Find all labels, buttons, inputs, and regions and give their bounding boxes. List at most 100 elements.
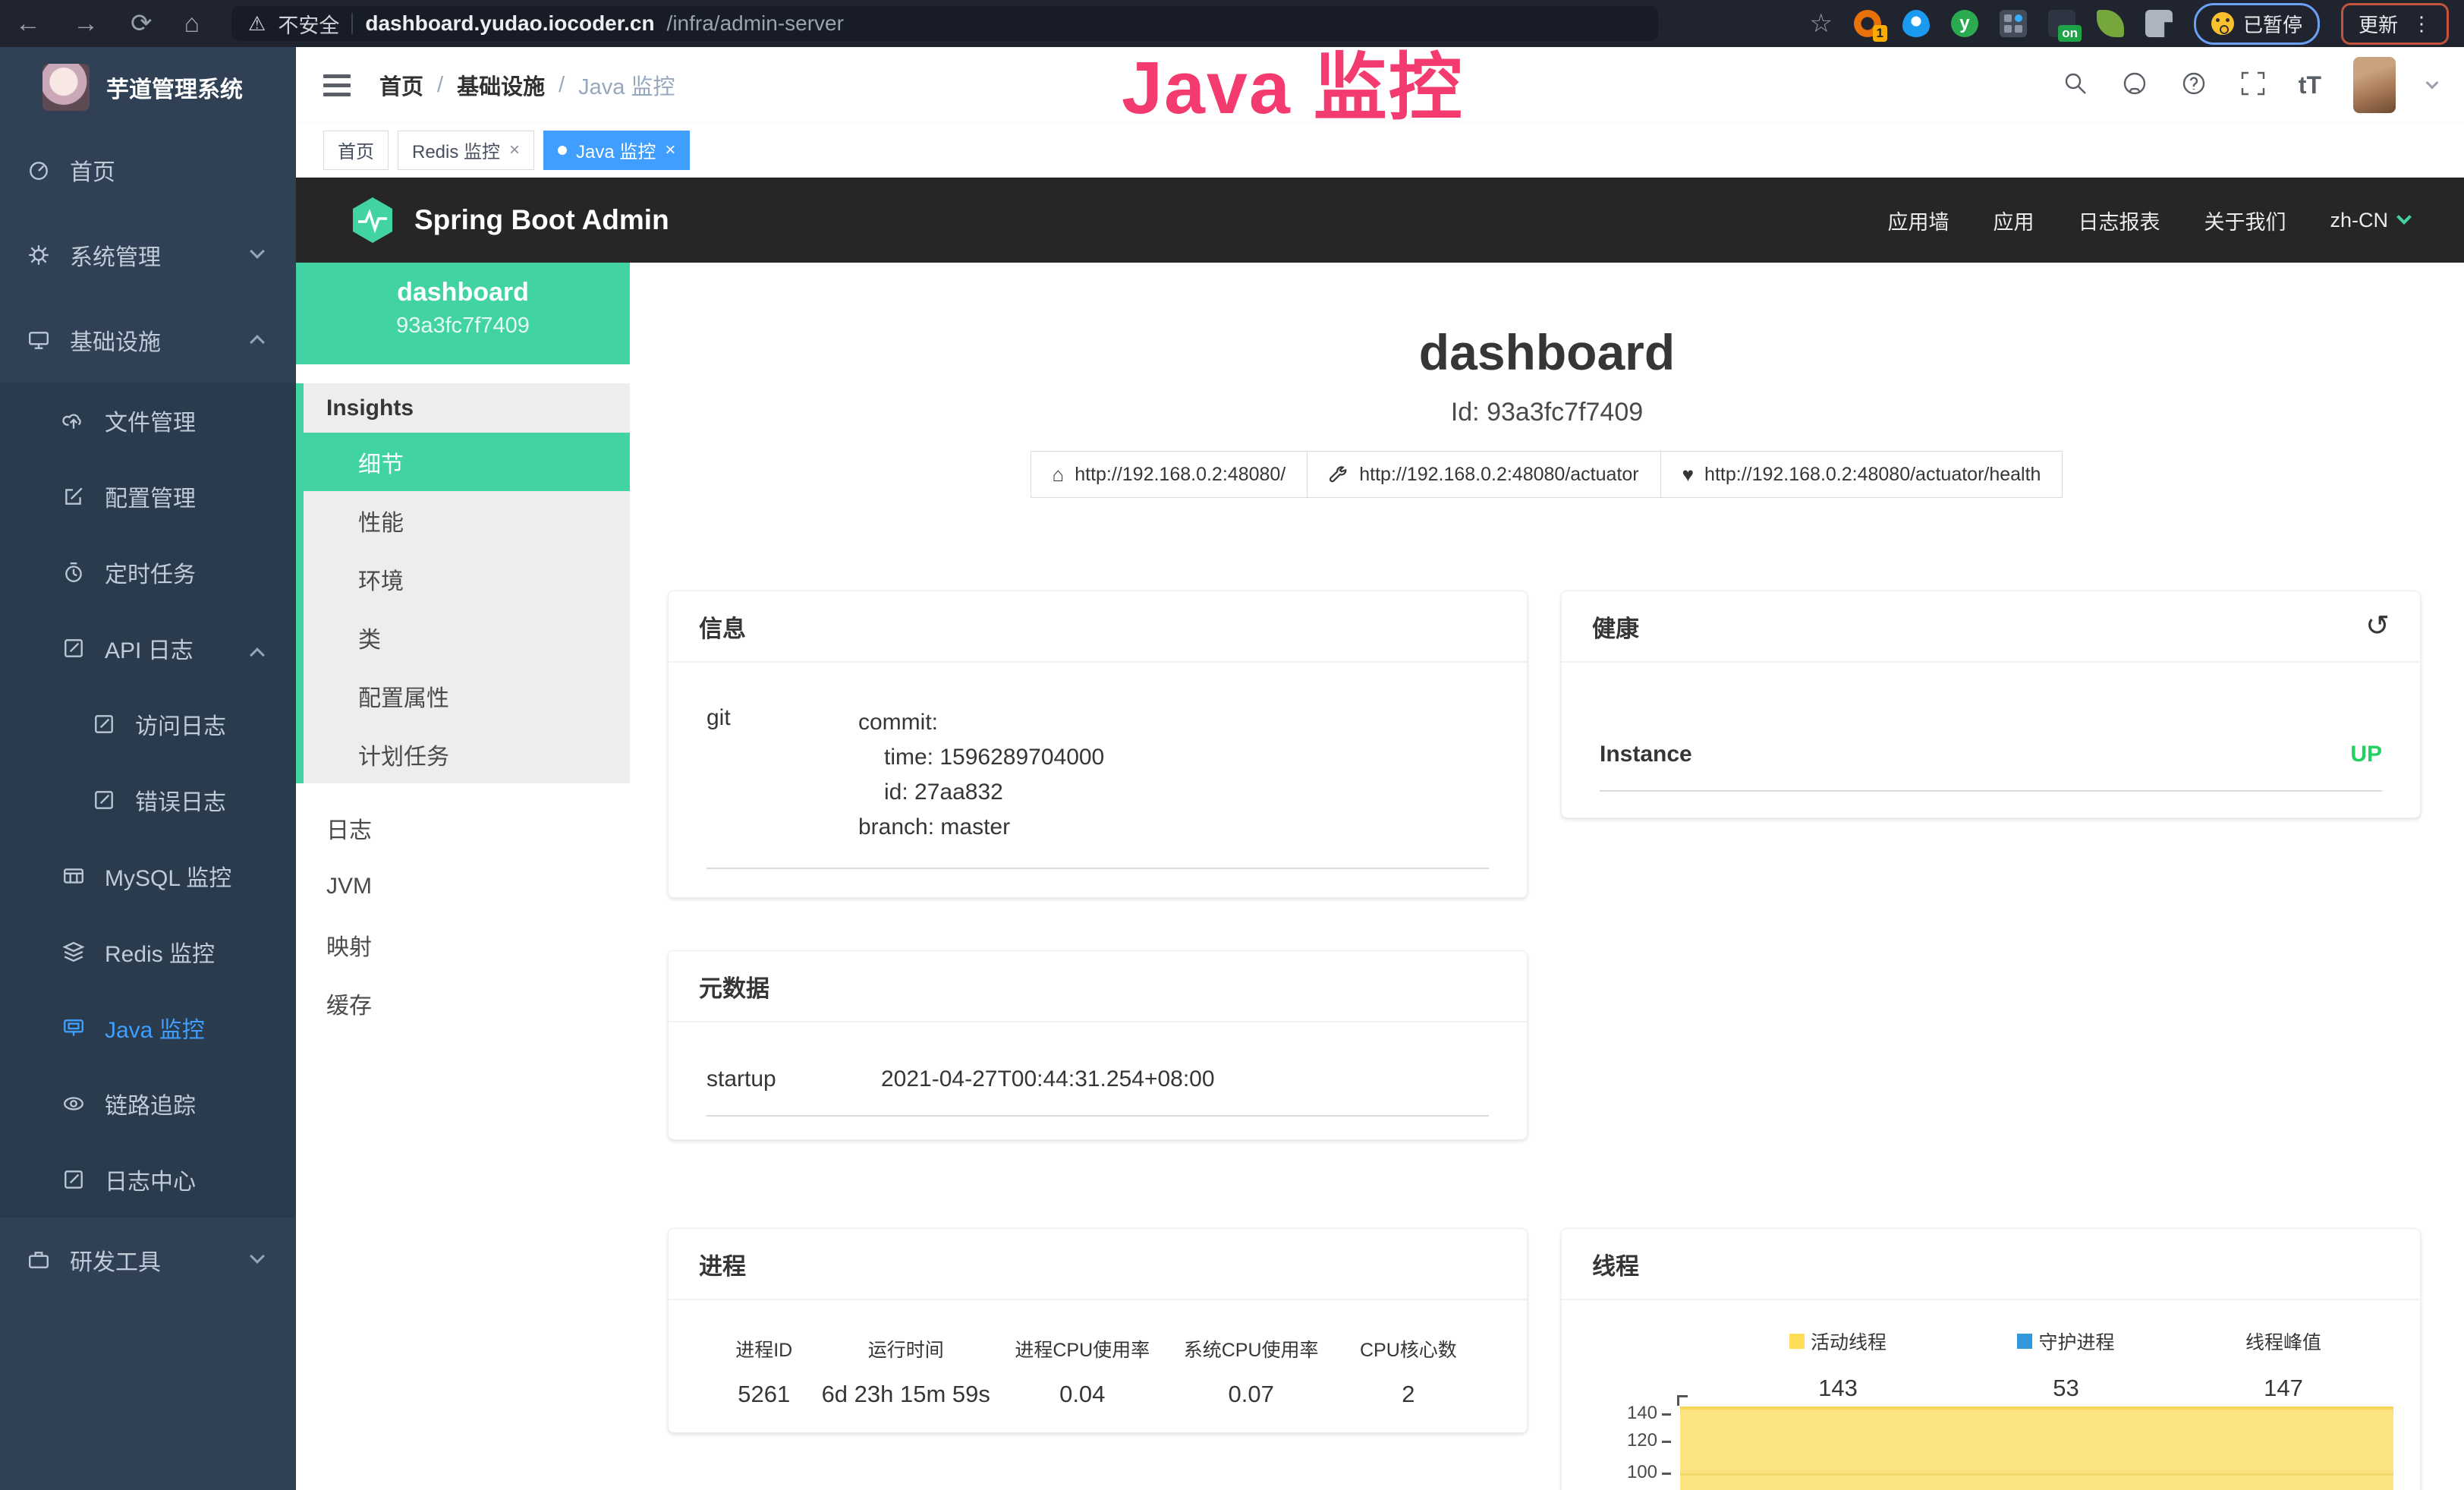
user-caret-icon[interactable] [2426, 77, 2439, 90]
endpoint-url: http://192.168.0.2:48080/ [1075, 464, 1285, 486]
home-icon[interactable]: ⌂ [184, 11, 200, 36]
extension-leaf-icon[interactable] [2097, 10, 2124, 37]
tab-close-icon[interactable]: × [509, 140, 520, 161]
process-col-value: 6d 23h 15m 59s [813, 1381, 998, 1408]
endpoint-health-url[interactable]: ♥ http://192.168.0.2:48080/actuator/heal… [1660, 451, 2063, 498]
sidebar-item-label: 研发工具 [70, 1243, 161, 1277]
threads-card: 线程 活动线程 143 守护进程 53 线程峰值 147 140 120 100 [1561, 1228, 2421, 1490]
tab-java-monitor[interactable]: Java 监控 × [543, 131, 690, 170]
endpoint-actuator-url[interactable]: http://192.168.0.2:48080/actuator [1307, 451, 1660, 498]
heart-icon: ♥ [1682, 463, 1694, 487]
language-label: zh-CN [2330, 209, 2388, 232]
endpoint-links: ⌂ http://192.168.0.2:48080/ http://192.1… [630, 451, 2464, 498]
extension-grid-icon[interactable] [2000, 10, 2027, 37]
breadcrumb-infrastructure[interactable]: 基础设施 [457, 69, 545, 101]
sidebar-item-error-logs[interactable]: 错误日志 [0, 762, 296, 838]
sidebar-item-log-center[interactable]: 日志中心 [0, 1142, 296, 1218]
sidebar-item-home[interactable]: 首页 [0, 128, 296, 213]
sidebar-item-label: 日志中心 [105, 1163, 196, 1196]
insights-item-details[interactable]: 细节 [296, 433, 630, 491]
view-jvm[interactable]: JVM [296, 857, 630, 915]
sidebar-item-tracing[interactable]: 链路追踪 [0, 1066, 296, 1142]
database-table-icon [62, 865, 85, 887]
extension-icon-on[interactable]: on [2048, 10, 2075, 37]
language-selector[interactable]: zh-CN [2330, 209, 2409, 232]
sidebar-item-config-management[interactable]: 配置管理 [0, 458, 296, 534]
github-icon[interactable] [2121, 70, 2148, 101]
extensions-puzzle-icon[interactable] [2145, 10, 2173, 37]
sba-brand-title[interactable]: Spring Boot Admin [414, 204, 669, 236]
help-icon[interactable] [2180, 70, 2208, 101]
reload-icon[interactable]: ⟳ [131, 11, 153, 36]
health-instance-row[interactable]: Instance UP [1562, 663, 2420, 767]
history-icon[interactable]: ↺ [2365, 612, 2390, 641]
view-mappings[interactable]: 映射 [296, 915, 630, 974]
insights-section: Insights 细节 性能 环境 类 配置属性 计划任务 [296, 383, 630, 783]
extension-pin-icon[interactable] [1902, 10, 1930, 37]
metadata-card-title: 元数据 [699, 969, 769, 1003]
threads-card-title: 线程 [1592, 1247, 1639, 1281]
update-button[interactable]: 更新 ⋮ [2341, 3, 2449, 45]
sidebar-item-dev-tools[interactable]: 研发工具 [0, 1218, 296, 1303]
breadcrumb-separator: / [437, 73, 443, 98]
sidebar-item-label: 系统管理 [70, 238, 161, 272]
extension-icon-y[interactable]: y [1951, 10, 1978, 37]
sidebar-item-access-logs[interactable]: 访问日志 [0, 686, 296, 762]
back-icon[interactable]: ← [15, 11, 41, 36]
sidebar-item-mysql-monitor[interactable]: MySQL 监控 [0, 838, 296, 914]
sba-nav-applications[interactable]: 应用 [1993, 206, 2034, 235]
user-avatar[interactable] [2353, 57, 2396, 113]
tab-close-icon[interactable]: × [665, 140, 675, 161]
sidebar-item-file-management[interactable]: 文件管理 [0, 383, 296, 458]
hamburger-icon[interactable] [323, 74, 351, 96]
instance-header[interactable]: dashboard 93a3fc7f7409 [296, 263, 630, 364]
sidebar-item-redis-monitor[interactable]: Redis 监控 [0, 914, 296, 990]
chevron-up-icon [250, 335, 265, 350]
legend-value: 147 [2264, 1375, 2303, 1402]
insights-item-metrics[interactable]: 性能 [304, 491, 630, 550]
tab-redis-monitor[interactable]: Redis 监控 × [398, 131, 534, 170]
page-instance-id: Id: 93a3fc7f7409 [630, 398, 2464, 427]
process-col-value: 2 [1336, 1381, 1481, 1408]
insights-item-environment[interactable]: 环境 [304, 550, 630, 608]
extension-icon-orange[interactable]: 1 [1854, 10, 1881, 37]
breadcrumb: 首页 / 基础设施 / Java 监控 [379, 69, 675, 101]
search-icon[interactable] [2062, 70, 2089, 101]
yellow-legend-swatch [1789, 1334, 1805, 1349]
paused-pill[interactable]: 已暂停 [2194, 3, 2320, 45]
view-caches[interactable]: 缓存 [296, 974, 630, 1032]
sidebar-item-label: Java 监控 [105, 1011, 205, 1044]
insights-item-config-props[interactable]: 配置属性 [304, 666, 630, 725]
sba-nav-journal[interactable]: 日志报表 [2078, 206, 2160, 235]
insights-item-scheduled-tasks[interactable]: 计划任务 [304, 725, 630, 783]
bookmark-star-icon[interactable]: ☆ [1809, 8, 1832, 39]
sba-nav-wallboard[interactable]: 应用墙 [1887, 206, 1949, 235]
view-logs[interactable]: 日志 [296, 799, 630, 857]
font-size-icon[interactable]: tT [2299, 71, 2321, 99]
sba-nav-about[interactable]: 关于我们 [2204, 206, 2286, 235]
fullscreen-icon[interactable] [2239, 70, 2267, 101]
eye-icon [62, 1092, 85, 1115]
sidebar-item-infrastructure[interactable]: 基础设施 [0, 298, 296, 383]
insecure-warning-icon: ⚠ [248, 12, 266, 36]
log-edit-icon [93, 713, 115, 736]
process-col-value: 0.07 [1166, 1381, 1335, 1408]
process-col-value: 5261 [714, 1381, 813, 1408]
page-title: dashboard [630, 323, 2464, 381]
insights-item-classes[interactable]: 类 [304, 608, 630, 666]
forward-icon[interactable]: → [73, 11, 99, 36]
security-label[interactable]: 不安全 [278, 9, 339, 39]
browser-menu-dots-icon[interactable]: ⋮ [2412, 12, 2431, 36]
chart-gridline [1680, 1473, 2393, 1476]
process-col-header: 进程CPU使用率 [998, 1335, 1166, 1362]
sidebar-item-api-logs[interactable]: API 日志 [0, 610, 296, 686]
brand-header[interactable]: 芋道管理系统 [0, 47, 296, 128]
health-card: 健康 ↺ Instance UP [1561, 591, 2421, 818]
sidebar-item-scheduled-jobs[interactable]: 定时任务 [0, 534, 296, 610]
sidebar-item-java-monitor[interactable]: Java 监控 [0, 990, 296, 1066]
tab-home[interactable]: 首页 [323, 131, 389, 170]
endpoint-service-url[interactable]: ⌂ http://192.168.0.2:48080/ [1031, 451, 1308, 498]
breadcrumb-home[interactable]: 首页 [379, 69, 423, 101]
log-edit-icon [93, 789, 115, 811]
sidebar-item-system[interactable]: 系统管理 [0, 213, 296, 298]
